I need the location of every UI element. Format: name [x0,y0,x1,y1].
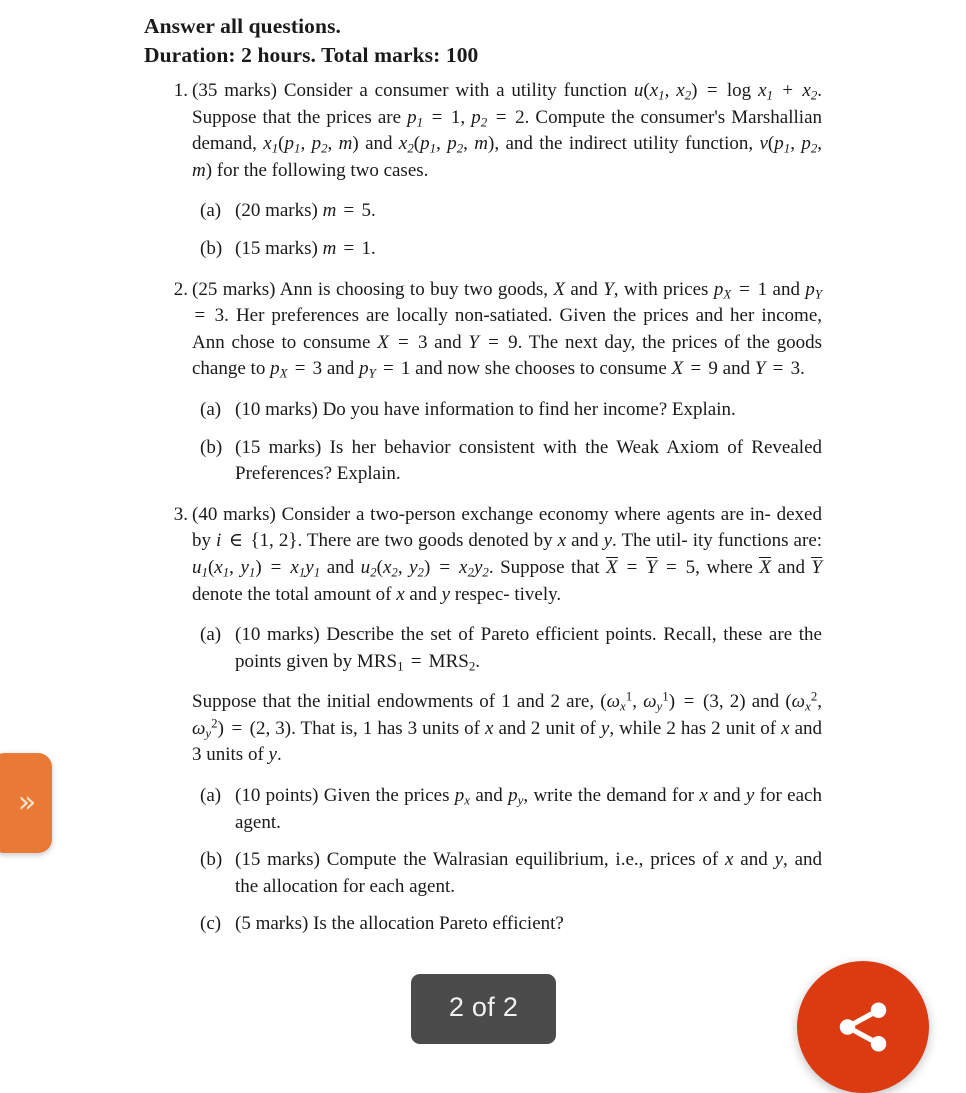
double-chevron-right-icon: » [17,785,37,820]
question-3-subitem-a2-text: (10 points) Given the prices px and py, … [235,785,822,833]
question-3-text: (40 marks) Consider a two-person exchang… [192,503,823,605]
question-3-subitem-c-text: (5 marks) Is the allocation Pareto effic… [235,913,564,935]
question-3-subitem-a1-marker: (a) [200,624,222,646]
question-1-subitem-b: (b) (15 marks) m = 1. [0,236,966,263]
question-list: 1. (35 marks) Consider a consumer with a… [0,78,966,952]
instruction-line-answer-all: Answer all questions. [144,14,342,38]
question-1-text: (35 marks) Consider a consumer with a ut… [192,80,823,181]
question-3-subitem-c-marker: (c) [200,913,222,935]
question-1-subitem-b-text: (15 marks) m = 1. [235,237,376,259]
question-2-subitem-b-marker: (b) [200,436,223,458]
question-3-subitem-a2: (a) (10 points) Given the prices px and … [0,783,966,836]
question-3-subitem-b-text: (15 marks) Compute the Walrasian equilib… [235,849,823,897]
question-1-subitem-a-marker: (a) [200,200,222,222]
question-1-subitem-a: (a) (20 marks) m = 5. [0,198,966,225]
question-3-subitem-b: (b) (15 marks) Compute the Walrasian equ… [0,847,966,900]
question-2-number: 2. [173,278,188,300]
question-3-number: 3. [173,503,188,525]
question-3-endowments-paragraph: Suppose that the initial endowments of 1… [192,688,823,766]
question-3-subitem-a2-marker: (a) [200,785,222,807]
question-1: 1. (35 marks) Consider a consumer with a… [0,78,966,263]
question-2-subitem-b-text: (15 marks) Is her behavior consistent wi… [235,436,822,485]
document-instructions: Answer all questions. Duration: 2 hours.… [144,12,844,69]
question-2-subitem-a: (a) (10 marks) Do you have information t… [0,397,966,424]
question-3-subitem-c: (c) (5 marks) Is the allocation Pareto e… [0,911,966,938]
question-3: 3. (40 marks) Consider a two-person exch… [0,502,966,938]
question-2-subitem-b: (b) (15 marks) Is her behavior consisten… [0,435,966,488]
question-2-subitem-a-marker: (a) [200,398,222,420]
question-1-subitem-a-text: (20 marks) m = 5. [235,200,376,222]
expand-drawer-tab[interactable]: » [0,753,52,853]
question-3-subitem-b-marker: (b) [200,849,223,871]
instruction-line-duration-marks: Duration: 2 hours. Total marks: 100 [144,42,479,67]
question-3-subitem-a1-text: (10 marks) Describe the set of Pareto ef… [235,624,822,674]
question-3-subitem-a1: (a) (10 marks) Describe the set of Paret… [0,622,966,675]
question-1-subitems: (a) (20 marks) m = 5. (b) (15 marks) m =… [0,198,966,262]
page-indicator: 2 of 2 [411,974,556,1044]
question-3-subitems-first: (a) (10 marks) Describe the set of Paret… [0,622,966,675]
question-3-subitems-second: (a) (10 points) Given the prices px and … [0,783,966,938]
share-icon [839,1002,887,1052]
question-1-subitem-b-marker: (b) [200,237,223,259]
question-1-number: 1. [173,80,188,101]
question-2-text: (25 marks) Ann is choosing to buy two go… [192,278,823,381]
question-2-subitems: (a) (10 marks) Do you have information t… [0,397,966,488]
share-fab-button[interactable] [797,961,929,1093]
question-2: 2. (25 marks) Ann is choosing to buy two… [0,277,966,488]
document-page: Answer all questions. Duration: 2 hours.… [0,0,966,1024]
question-2-subitem-a-text: (10 marks) Do you have information to fi… [235,398,736,420]
